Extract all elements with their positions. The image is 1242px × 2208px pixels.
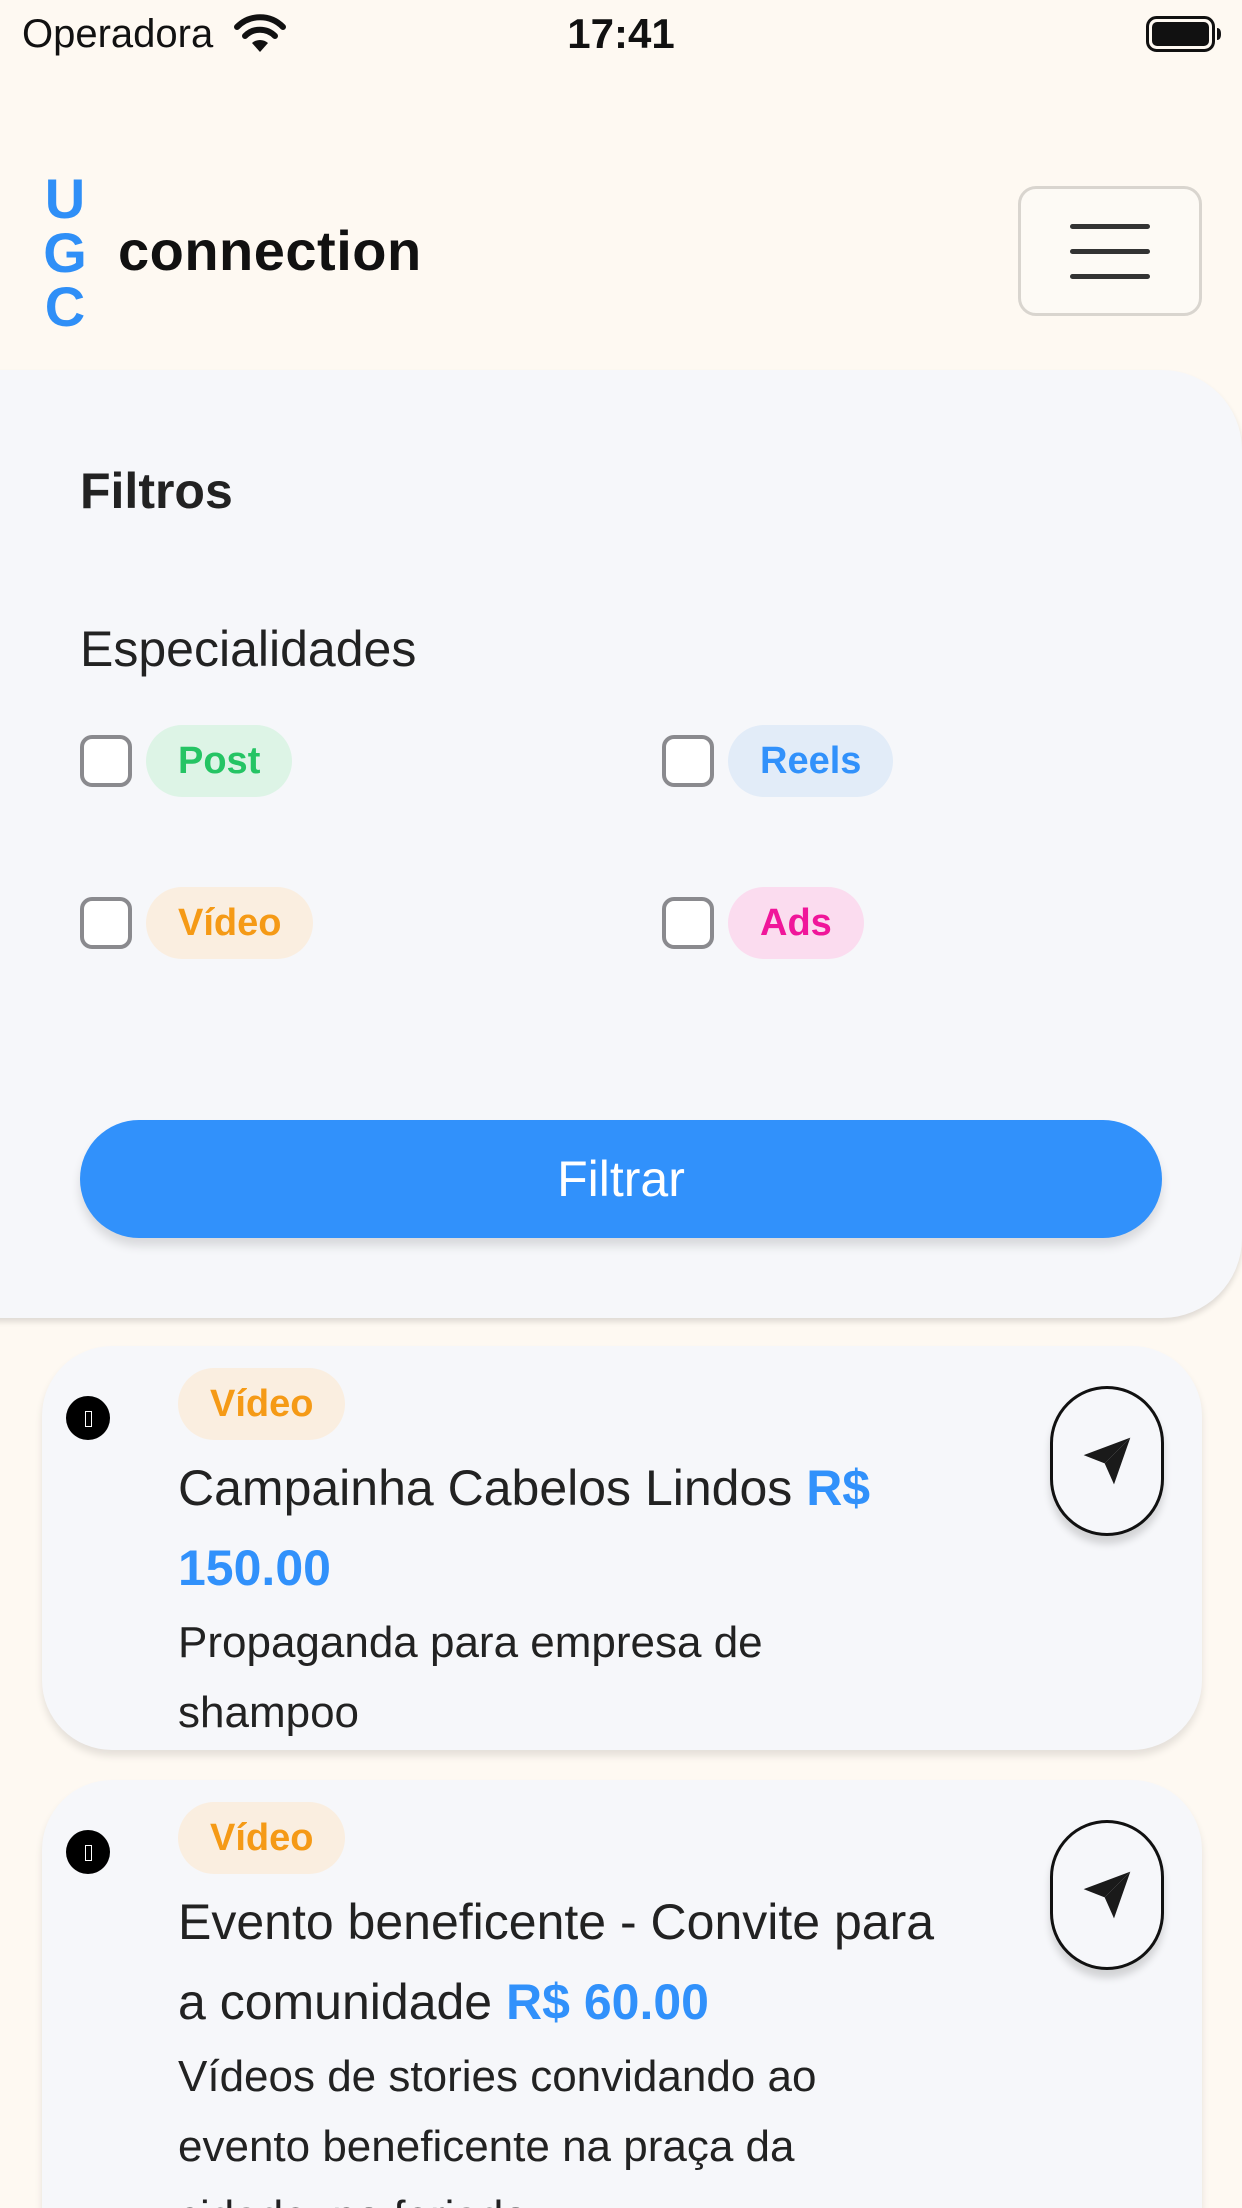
send-proposal-button[interactable] <box>1050 1386 1164 1536</box>
campaign-description: Vídeos de stories convidando ao evento b… <box>178 2052 817 2208</box>
campaign-price: R$ 60.00 <box>506 1974 709 2030</box>
video-checkbox[interactable] <box>80 897 132 949</box>
send-icon <box>1083 1871 1131 1919</box>
campaign-content: Campainha Cabelos Lindos R$ 150.00 Propa… <box>178 1448 938 1748</box>
status-bar: Operadora 17:41 <box>0 0 1242 66</box>
battery-icon <box>1146 16 1221 52</box>
campaign-title: Campainha Cabelos Lindos <box>178 1460 793 1516</box>
menu-toggle-button[interactable] <box>1018 186 1202 316</box>
specialties-label: Especialidades <box>80 621 417 677</box>
filter-option-reels[interactable]: Reels <box>662 725 894 797</box>
campaign-title-line: Campainha Cabelos Lindos R$ 150.00 <box>178 1448 938 1608</box>
logo-wordmark: connection <box>118 219 422 282</box>
campaign-title-line: Evento beneficente - Convite para a comu… <box>178 1882 938 2042</box>
campaign-card[interactable]: Vídeo Evento beneficente - Convite para … <box>42 1780 1202 2208</box>
hamburger-menu-icon <box>1070 223 1150 229</box>
send-proposal-button[interactable] <box>1050 1820 1164 1970</box>
reels-checkbox[interactable] <box>662 735 714 787</box>
video-chip: Vídeo <box>146 887 314 959</box>
campaign-card[interactable]: Vídeo Campainha Cabelos Lindos R$ 150.00… <box>42 1346 1202 1750</box>
campaign-content: Evento beneficente - Convite para a comu… <box>178 1882 938 2208</box>
app-screen: Operadora 17:41 U G C connection Filtros… <box>0 0 1242 2208</box>
ads-checkbox[interactable] <box>662 897 714 949</box>
campaign-description: Propaganda para empresa de shampoo <box>178 1618 763 1737</box>
avatar <box>66 1396 110 1440</box>
filter-panel: Filtros Especialidades Post Reels Vídeo … <box>0 370 1242 1318</box>
logo-mark: U G C <box>43 167 87 338</box>
filter-submit-button[interactable]: Filtrar <box>80 1120 1162 1238</box>
ads-chip: Ads <box>728 887 864 959</box>
filter-title: Filtros <box>80 463 233 519</box>
campaign-tag: Vídeo <box>178 1802 346 1874</box>
status-time: 17:41 <box>567 10 675 57</box>
post-chip: Post <box>146 725 293 797</box>
avatar <box>66 1830 110 1874</box>
send-icon <box>1083 1437 1131 1485</box>
filter-option-ads[interactable]: Ads <box>662 887 864 959</box>
filter-option-video[interactable]: Vídeo <box>80 887 314 959</box>
filter-option-post[interactable]: Post <box>80 725 293 797</box>
campaign-tag: Vídeo <box>178 1368 346 1440</box>
reels-chip: Reels <box>728 725 894 797</box>
post-checkbox[interactable] <box>80 735 132 787</box>
